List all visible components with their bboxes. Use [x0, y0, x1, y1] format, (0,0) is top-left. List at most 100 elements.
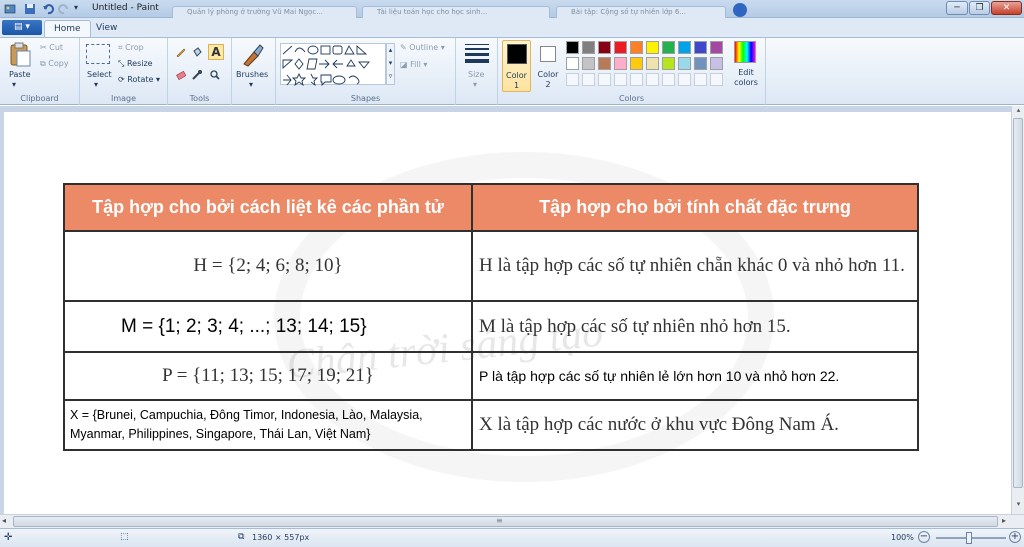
- palette-color-swatch[interactable]: [582, 57, 595, 70]
- palette-color-swatch[interactable]: [614, 57, 627, 70]
- tab-home[interactable]: Home: [44, 20, 91, 37]
- select-dropdown-icon[interactable]: ▾: [94, 80, 98, 89]
- palette-custom-slot[interactable]: [566, 73, 579, 86]
- palette-color-swatch[interactable]: [710, 57, 723, 70]
- selection-size-icon: ⬚: [120, 532, 129, 542]
- resize-button[interactable]: ⤡ Resize: [118, 59, 153, 69]
- file-menu-button[interactable]: ▤ ▾: [2, 20, 42, 35]
- background-tab-3[interactable]: Bài tập: Cộng số tự nhiên lớp 6...: [556, 6, 726, 18]
- fill-button[interactable]: ◪ Fill ▾: [400, 60, 427, 69]
- palette-custom-slot[interactable]: [598, 73, 611, 86]
- color1-swatch: [507, 44, 527, 64]
- save-icon[interactable]: [24, 3, 36, 15]
- fill-bucket-icon[interactable]: [192, 47, 202, 57]
- paste-button[interactable]: [8, 42, 32, 68]
- palette-color-swatch[interactable]: [678, 57, 691, 70]
- palette-custom-slot[interactable]: [662, 73, 675, 86]
- minimize-button[interactable]: ─: [946, 1, 968, 15]
- palette-color-swatch[interactable]: [646, 57, 659, 70]
- cursor-position-icon: ✛: [4, 532, 13, 543]
- maximize-button[interactable]: ❐: [969, 1, 990, 15]
- pencil-icon[interactable]: [176, 47, 186, 58]
- scroll-left-icon[interactable]: ◂: [2, 516, 6, 525]
- customize-quick-access-icon[interactable]: ▾: [74, 3, 86, 15]
- select-label[interactable]: Select: [87, 70, 112, 79]
- shapes-group: ▴ ▾ ▿ ✎ Outline ▾ ◪ Fill ▾ Shapes: [276, 38, 456, 105]
- undo-icon[interactable]: [42, 3, 54, 15]
- zoom-out-button[interactable]: −: [918, 531, 930, 543]
- vertical-scroll-thumb[interactable]: [1013, 118, 1023, 488]
- palette-color-swatch[interactable]: [646, 41, 659, 54]
- redo-icon[interactable]: [58, 3, 70, 15]
- horizontal-scrollbar[interactable]: ◂ ≡ ▸: [0, 514, 1024, 528]
- palette-color-swatch[interactable]: [630, 41, 643, 54]
- size-group: Size ▾: [456, 38, 498, 105]
- table-row: M = {1; 2; 3; 4; ...; 13; 14; 15} M là t…: [63, 300, 919, 353]
- palette-custom-slot[interactable]: [614, 73, 627, 86]
- drawing-canvas[interactable]: Chân trời sáng tạo Tập hợp cho bởi cách …: [4, 112, 1017, 515]
- zoom-slider-thumb[interactable]: [966, 532, 972, 544]
- select-icon[interactable]: [86, 44, 110, 64]
- paste-dropdown-icon[interactable]: ▾: [12, 80, 16, 89]
- background-tab-2[interactable]: Tài liệu toán học cho học sinh...: [362, 6, 550, 18]
- outline-button[interactable]: ✎ Outline ▾: [400, 43, 445, 52]
- palette-color-swatch[interactable]: [598, 41, 611, 54]
- vertical-scrollbar[interactable]: ▴ ▾: [1011, 106, 1024, 515]
- size-dropdown-icon[interactable]: ▾: [473, 80, 477, 89]
- palette-custom-slot[interactable]: [678, 73, 691, 86]
- size-label[interactable]: Size: [468, 70, 484, 79]
- palette-color-swatch[interactable]: [582, 41, 595, 54]
- palette-color-swatch[interactable]: [566, 41, 579, 54]
- scroll-right-icon[interactable]: ▸: [1002, 516, 1006, 525]
- cut-button[interactable]: ✂ Cut: [40, 43, 63, 52]
- edit-colors-label[interactable]: Edit colors: [731, 68, 761, 88]
- palette-color-swatch[interactable]: [614, 41, 627, 54]
- horizontal-scroll-thumb[interactable]: ≡: [13, 516, 998, 527]
- palette-color-swatch[interactable]: [662, 57, 675, 70]
- tab-view[interactable]: View: [87, 20, 126, 37]
- header-cell-right: Tập hợp cho bởi tính chất đặc trưng: [471, 183, 919, 232]
- palette-color-swatch[interactable]: [710, 41, 723, 54]
- palette-color-swatch[interactable]: [598, 57, 611, 70]
- scroll-down-icon[interactable]: ▾: [1013, 500, 1024, 512]
- color2-button[interactable]: Color 2: [534, 40, 562, 92]
- close-button[interactable]: ✕: [991, 1, 1022, 15]
- brushes-group: Brushes ▾: [232, 38, 276, 105]
- palette-color-swatch[interactable]: [662, 41, 675, 54]
- image-group-label: Image: [110, 94, 137, 103]
- color1-label: Color 1: [506, 71, 527, 90]
- palette-custom-slot[interactable]: [582, 73, 595, 86]
- palette-custom-slot[interactable]: [646, 73, 659, 86]
- shapes-gallery[interactable]: [280, 43, 386, 87]
- palette-custom-slot[interactable]: [710, 73, 723, 86]
- scroll-up-icon[interactable]: ▴: [1013, 106, 1024, 118]
- brush-icon[interactable]: [240, 42, 266, 68]
- background-tab-1[interactable]: Quản lý phòng ở trường Vũ Mai Ngọc...: [172, 6, 357, 18]
- palette-color-swatch[interactable]: [694, 57, 707, 70]
- color1-button[interactable]: Color 1: [502, 40, 531, 92]
- shapes-scroll[interactable]: ▴ ▾ ▿: [386, 43, 395, 85]
- rotate-button[interactable]: ⟳ Rotate ▾: [118, 75, 160, 84]
- eraser-icon[interactable]: [176, 70, 187, 81]
- palette-color-swatch[interactable]: [694, 41, 707, 54]
- palette-custom-slot[interactable]: [694, 73, 707, 86]
- tools-group-label: Tools: [189, 94, 210, 103]
- brushes-dropdown-icon[interactable]: ▾: [249, 80, 253, 89]
- zoom-in-button[interactable]: +: [1009, 531, 1021, 543]
- zoom-level-text: 100%: [891, 533, 914, 542]
- copy-button[interactable]: ⧉ Copy: [40, 59, 69, 69]
- text-tool-icon[interactable]: A: [208, 44, 224, 60]
- table-row: X = {Brunei, Campuchia, Đông Timor, Indo…: [63, 399, 919, 451]
- zoom-slider[interactable]: [936, 532, 1006, 544]
- edit-colors-icon[interactable]: [734, 41, 756, 63]
- palette-custom-slot[interactable]: [630, 73, 643, 86]
- copy-label: Copy: [48, 59, 69, 68]
- palette-color-swatch[interactable]: [566, 57, 579, 70]
- color-picker-icon[interactable]: [192, 70, 202, 80]
- brushes-label[interactable]: Brushes: [236, 70, 268, 79]
- crop-button[interactable]: ⌗ Crop: [118, 43, 144, 53]
- palette-color-swatch[interactable]: [630, 57, 643, 70]
- size-icon[interactable]: [465, 44, 489, 63]
- palette-color-swatch[interactable]: [678, 41, 691, 54]
- magnifier-icon[interactable]: [210, 70, 220, 80]
